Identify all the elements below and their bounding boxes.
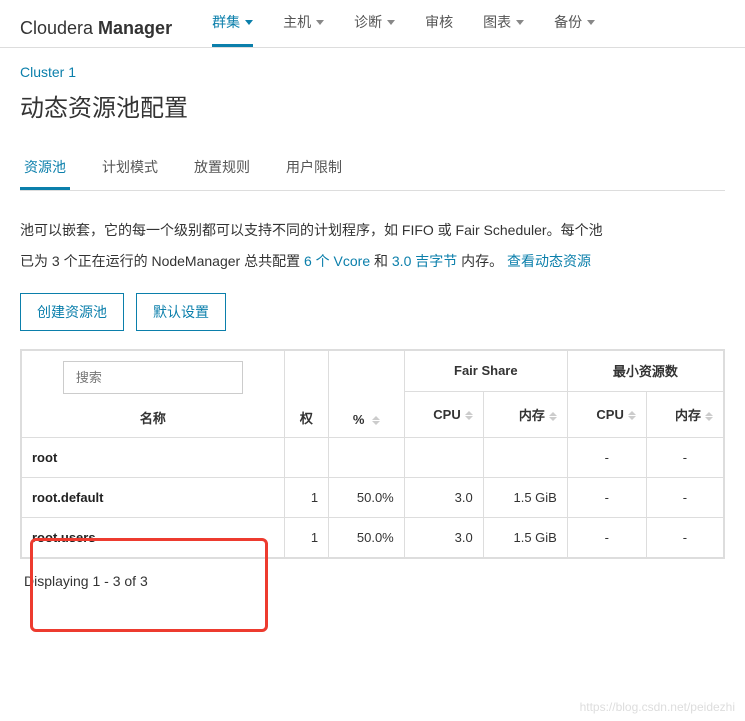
sort-icon [372,416,380,425]
tab-placement-rules[interactable]: 放置规则 [190,147,254,190]
cell-min-mem: - [646,437,723,477]
pagination-text: Displaying 1 - 3 of 3 [20,559,725,603]
col-group-minresources: 最小资源数 [567,350,723,391]
action-buttons: 创建资源池 默认设置 [20,293,725,331]
cell-fs-mem: 1.5 GiB [483,477,567,517]
top-nav: 群集 主机 诊断 审核 图表 备份 [212,10,595,47]
col-pct-header[interactable]: % [329,350,405,437]
brand-logo: Cloudera Manager [20,18,172,39]
cell-pct: 50.0% [329,477,405,517]
page-tabs: 资源池 计划模式 放置规则 用户限制 [20,147,725,191]
col-fs-mem-header[interactable]: 内存 [483,392,567,438]
cell-pct [329,437,405,477]
sort-icon [549,412,557,421]
sort-icon [705,412,713,421]
cell-min-mem: - [646,477,723,517]
nav-hosts[interactable]: 主机 [283,12,324,47]
nav-clusters[interactable]: 群集 [212,12,253,47]
col-fs-cpu-header[interactable]: CPU [404,392,483,438]
cell-name: root.default [22,477,285,517]
col-min-cpu-header[interactable]: CPU [567,392,646,438]
cell-weight: 1 [284,477,328,517]
brand-part1: Cloudera [20,18,98,38]
pools-table: 名称 权 % Fair Share 最小资源数 CPU 内存 CPU 内存 [20,349,725,559]
nav-charts[interactable]: 图表 [483,12,524,47]
top-bar: Cloudera Manager 群集 主机 诊断 审核 图表 备份 [0,0,745,48]
sort-icon [628,411,636,420]
view-dynamic-link[interactable]: 查看动态资源 [507,253,591,269]
cell-min-cpu: - [567,437,646,477]
sort-icon [465,411,473,420]
chevron-down-icon [245,20,253,25]
cell-name: root [22,437,285,477]
nav-audit[interactable]: 审核 [425,12,453,47]
tab-schedule-mode[interactable]: 计划模式 [98,147,162,190]
col-name-header[interactable]: 名称 [32,408,274,427]
col-min-mem-header[interactable]: 内存 [646,392,723,438]
table-row[interactable]: root.users 1 50.0% 3.0 1.5 GiB - - [22,517,724,557]
chevron-down-icon [516,20,524,25]
vcore-link[interactable]: 6 个 Vcore [304,253,370,269]
cell-fs-cpu [404,437,483,477]
nav-backup[interactable]: 备份 [554,12,595,47]
chevron-down-icon [387,20,395,25]
cell-weight: 1 [284,517,328,557]
col-group-fairshare: Fair Share [404,350,567,391]
cell-name: root.users [22,517,285,557]
cell-min-cpu: - [567,517,646,557]
default-settings-button[interactable]: 默认设置 [136,293,226,331]
content-area: Cluster 1 动态资源池配置 资源池 计划模式 放置规则 用户限制 池可以… [0,48,745,619]
cell-min-mem: - [646,517,723,557]
tab-user-limits[interactable]: 用户限制 [282,147,346,190]
memory-link[interactable]: 3.0 吉字节 [392,253,457,269]
cell-fs-cpu: 3.0 [404,477,483,517]
tab-resource-pools[interactable]: 资源池 [20,147,70,190]
description-text: 池可以嵌套，它的每一个级别都可以支持不同的计划程序，如 FIFO 或 Fair … [20,215,725,277]
cell-pct: 50.0% [329,517,405,557]
col-weight-header[interactable]: 权 [284,350,328,437]
cell-fs-mem: 1.5 GiB [483,517,567,557]
cell-weight [284,437,328,477]
cell-fs-mem [483,437,567,477]
table-row[interactable]: root.default 1 50.0% 3.0 1.5 GiB - - [22,477,724,517]
nav-diagnostics[interactable]: 诊断 [354,12,395,47]
chevron-down-icon [587,20,595,25]
search-input[interactable] [63,361,243,394]
cell-min-cpu: - [567,477,646,517]
breadcrumb[interactable]: Cluster 1 [20,64,725,80]
chevron-down-icon [316,20,324,25]
table-row[interactable]: root - - [22,437,724,477]
page-title: 动态资源池配置 [20,88,725,123]
create-pool-button[interactable]: 创建资源池 [20,293,124,331]
cell-fs-cpu: 3.0 [404,517,483,557]
brand-part2: Manager [98,18,172,38]
watermark-text: https://blog.csdn.net/peidezhi [580,700,735,714]
